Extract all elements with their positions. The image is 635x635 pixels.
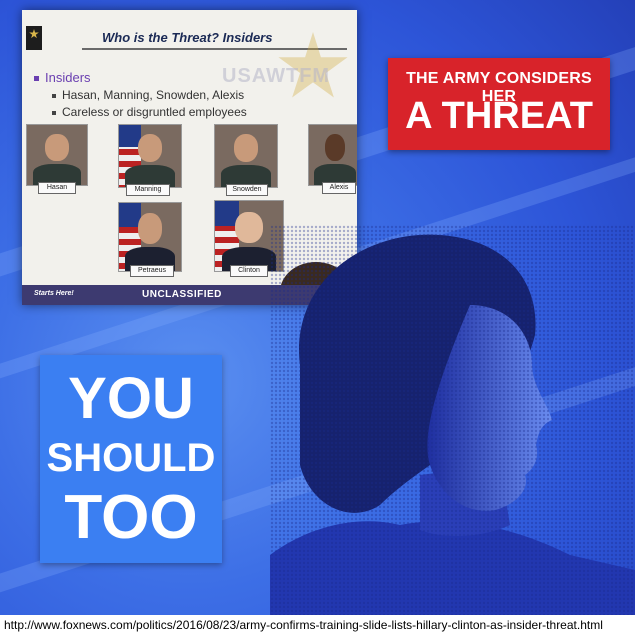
slide-bullet-main: Insiders xyxy=(34,70,91,85)
face xyxy=(137,213,163,244)
face xyxy=(233,134,259,163)
slide-bullet: Hasan, Manning, Snowden, Alexis xyxy=(52,88,244,102)
name-tag-snowden: Snowden xyxy=(226,184,268,196)
classification-label: UNCLASSIFIED xyxy=(142,289,222,300)
callout-line-too: TOO xyxy=(64,483,198,552)
army-star-logo-icon xyxy=(26,26,42,50)
slide-title: Who is the Threat? Insiders xyxy=(102,30,273,45)
bullet-square-icon xyxy=(52,110,56,115)
source-bar: http://www.foxnews.com/politics/2016/08/… xyxy=(0,615,635,635)
bullet-square-icon xyxy=(34,76,39,82)
bullet-square-icon xyxy=(52,93,56,98)
portrait-snowden xyxy=(214,124,278,188)
face xyxy=(235,211,263,243)
slide-bullet: Careless or disgruntled employees xyxy=(52,105,247,119)
woman-profile-portrait xyxy=(270,225,635,620)
threat-callout: THE ARMY CONSIDERS HER A THREAT xyxy=(388,58,610,150)
name-tag-alexis: Alexis xyxy=(322,182,356,194)
face xyxy=(45,134,69,161)
slide-divider xyxy=(82,48,347,50)
bullet-main-text: Insiders xyxy=(45,70,91,85)
face xyxy=(324,134,346,161)
watermark-text: USAWTFM xyxy=(222,65,331,87)
name-tag-manning: Manning xyxy=(126,184,170,196)
footer-left-text: Starts Here! xyxy=(34,290,74,297)
portrait-hasan xyxy=(26,124,88,186)
name-tag-hasan: Hasan xyxy=(38,182,76,194)
callout-line-you: YOU xyxy=(68,366,194,431)
source-url: http://www.foxnews.com/politics/2016/08/… xyxy=(4,618,603,632)
threat-callout-line2: A THREAT xyxy=(405,95,593,137)
callout-line-should: SHOULD xyxy=(46,436,216,480)
portrait-manning xyxy=(118,124,182,188)
portrait-petraeus xyxy=(118,202,182,272)
portrait-alexis xyxy=(308,124,357,186)
slide-header: Who is the Threat? Insiders xyxy=(22,10,357,58)
name-tag-petraeus: Petraeus xyxy=(130,265,174,277)
name-tag-clinton: Clinton xyxy=(230,265,268,277)
bullet-text: Careless or disgruntled employees xyxy=(62,105,247,119)
face xyxy=(137,134,163,163)
bullet-text: Hasan, Manning, Snowden, Alexis xyxy=(62,88,245,102)
you-should-too-callout: YOU SHOULD TOO xyxy=(40,355,222,563)
